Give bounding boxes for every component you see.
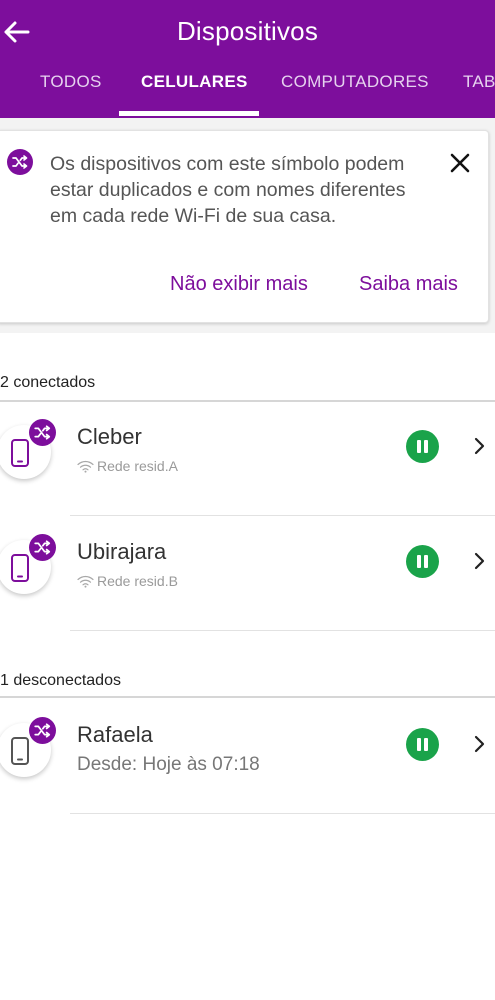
phone-icon [11,554,29,582]
tab-computadores[interactable]: COMPUTADORES [281,62,429,118]
shuffle-icon [29,717,56,744]
device-row-ubirajara[interactable]: Ubirajara Rede resid.B [0,527,495,627]
close-icon[interactable] [449,152,471,174]
tab-bar: TODOS CELULARES COMPUTADORES TAB [0,62,495,118]
learn-more-link[interactable]: Saiba mais [359,273,458,296]
duplicate-notice-card: Os dispositivos com este símbolo podem e… [0,130,489,323]
connected-header: 2 conectados [0,374,96,391]
device-name: Cleber [77,424,142,449]
device-status: Desde: Hoje às 07:18 [77,754,260,775]
phone-icon [11,737,29,765]
device-row-rafaela[interactable]: Rafaela Desde: Hoje às 07:18 [0,710,495,810]
shuffle-icon [7,149,33,175]
device-row-cleber[interactable]: Cleber Rede resid.A [0,412,495,512]
chevron-right-icon[interactable] [472,436,486,456]
shuffle-icon [29,419,56,446]
network-label: Rede resid.A [97,458,178,474]
row-divider [70,813,495,814]
phone-icon [11,439,29,467]
tab-todos[interactable]: TODOS [40,62,102,118]
network-label: Rede resid.B [97,573,178,589]
section-divider [0,696,495,698]
chevron-right-icon[interactable] [472,551,486,571]
shuffle-icon [29,534,56,561]
pause-button[interactable] [406,545,439,578]
pause-button[interactable] [406,430,439,463]
row-divider [70,630,495,631]
tab-tablets[interactable]: TAB [463,62,495,118]
section-divider [0,400,495,402]
dont-show-again-link[interactable]: Não exibir mais [170,273,308,296]
notice-text: Os dispositivos com este símbolo podem e… [50,153,406,227]
device-network: Rede resid.B [77,573,178,589]
pause-button[interactable] [406,728,439,761]
page-title: Dispositivos [176,16,319,46]
app-bar: Dispositivos TODOS CELULARES COMPUTADORE… [0,0,495,118]
row-divider [70,515,495,516]
tab-celulares[interactable]: CELULARES [141,62,248,118]
wifi-icon [77,460,94,473]
device-name: Rafaela [77,722,153,747]
device-name: Ubirajara [77,539,167,564]
chevron-right-icon[interactable] [472,734,486,754]
disconnected-header: 1 desconectados [0,672,121,689]
device-network: Rede resid.A [77,458,178,474]
wifi-icon [77,575,94,588]
active-tab-indicator [119,111,259,116]
